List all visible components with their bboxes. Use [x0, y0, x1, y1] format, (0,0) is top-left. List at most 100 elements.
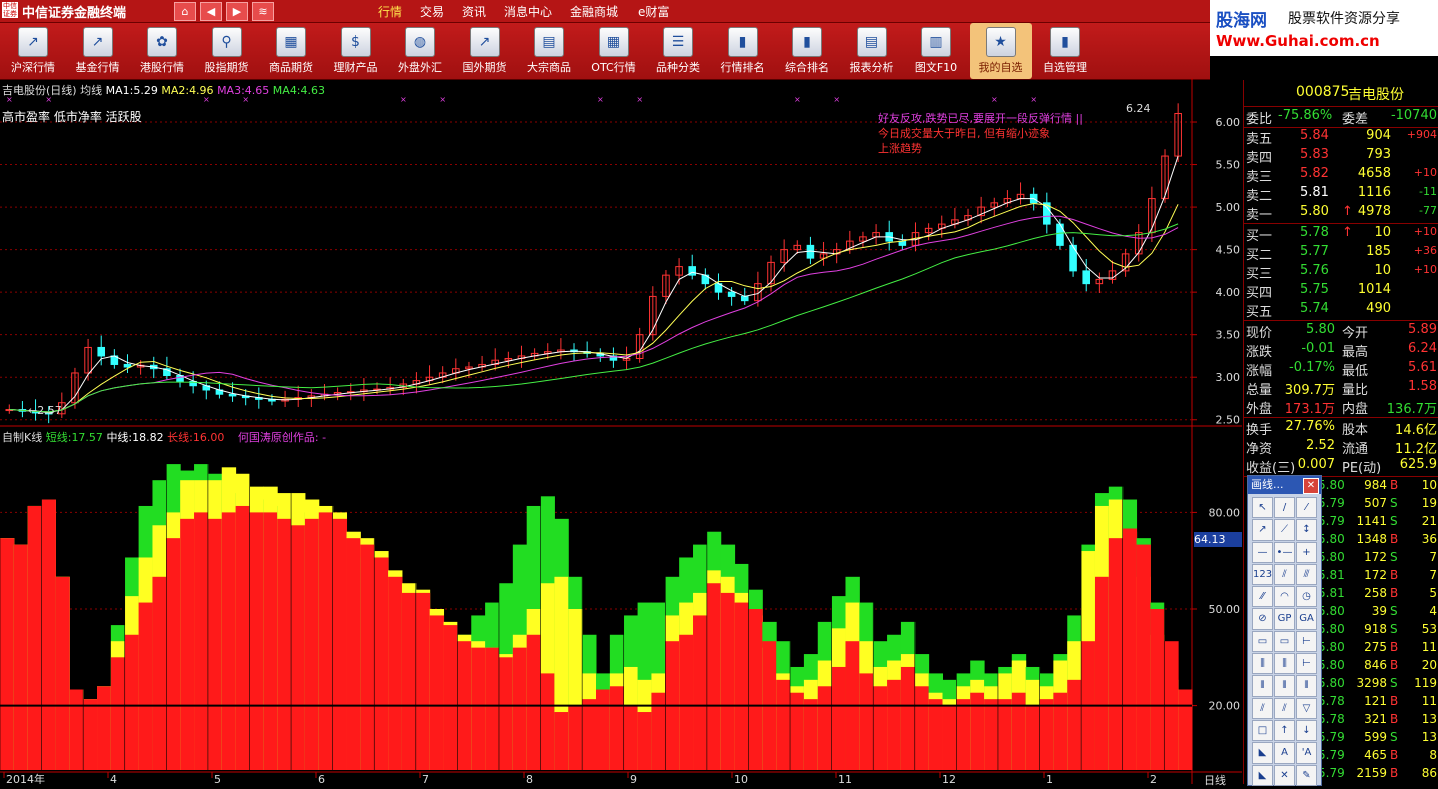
- toolbar-button-7[interactable]: ↗ 国外期货: [454, 23, 516, 79]
- menu-finance-mall[interactable]: 金融商城: [570, 3, 618, 20]
- draw-tool-icon[interactable]: ↕: [1296, 519, 1317, 541]
- app-title: 中信证券金融终端: [22, 6, 127, 21]
- draw-tool-icon[interactable]: —: [1252, 541, 1273, 563]
- draw-tool-icon[interactable]: ⟋: [1274, 519, 1295, 541]
- drawing-tools-window[interactable]: 画线... ✕ ↖ / ⁄ ↗ ⟋ ↕ — •— +123 ⫽ ⫻ ⁄⁄ ◠ ◷ ⊘ GP GA ▭ ▭ ⊢ ⫼ ⫼ ⊢ ⦀ ⦀…: [1247, 475, 1322, 786]
- toolbar-button-15[interactable]: ★ 我的自选: [969, 23, 1032, 79]
- draw-tool-icon[interactable]: 123: [1252, 563, 1273, 586]
- toolbar-button-10[interactable]: ☰ 品种分类: [647, 23, 709, 79]
- draw-tool-icon[interactable]: ⫽: [1274, 563, 1295, 586]
- ma3-value: 4.65: [244, 84, 270, 97]
- mid-line-label: 中线:18.82: [106, 431, 163, 444]
- indicator-bar-red: [651, 692, 666, 770]
- forward-icon[interactable]: ▶: [226, 2, 248, 21]
- toolbar-button-6[interactable]: ◍ 外盘外汇: [389, 23, 451, 79]
- ad-banner[interactable]: 股海网 股票软件资源分享 Www.Guhai.com.cn: [1210, 0, 1438, 56]
- draw-tool-icon[interactable]: ⫼: [1274, 653, 1295, 675]
- toolbar-button-16[interactable]: ▮ 自选管理: [1034, 23, 1096, 79]
- stat-value: 27.76%: [1285, 419, 1335, 434]
- draw-tool-icon[interactable]: ⦀: [1252, 675, 1273, 697]
- ma4-value: 4.63: [300, 84, 326, 97]
- indicator-bar-red: [928, 699, 944, 770]
- draw-tool-icon[interactable]: ↑: [1274, 719, 1295, 742]
- draw-tool-icon[interactable]: ✎: [1296, 764, 1317, 786]
- draw-tool-icon[interactable]: ↗: [1252, 519, 1273, 541]
- draw-tool-icon[interactable]: A: [1274, 742, 1295, 764]
- indicator-bar-red: [831, 666, 846, 770]
- draw-tool-icon[interactable]: GP: [1274, 608, 1295, 630]
- overall-rank-icon: ▮: [792, 27, 822, 57]
- draw-tool-icon[interactable]: □: [1252, 719, 1273, 742]
- signal-mark: ×: [833, 95, 840, 104]
- stat-value: 136.7万: [1386, 402, 1437, 417]
- draw-tool-icon[interactable]: ⫽: [1252, 697, 1273, 719]
- draw-tool-icon[interactable]: 'A: [1296, 742, 1317, 764]
- collapse-icon[interactable]: ≋: [252, 2, 274, 21]
- menu-quotes[interactable]: 行情: [378, 3, 402, 20]
- stat-row: 现价 5.80 今开 5.89: [1244, 322, 1438, 341]
- toolbar-button-2[interactable]: ✿ 港股行情: [131, 23, 193, 79]
- toolbar-button-11[interactable]: ▮ 行情排名: [712, 23, 774, 79]
- draw-tool-icon[interactable]: ✕: [1274, 764, 1295, 786]
- stat-row: 净资 2.52 流通 11.2亿: [1244, 438, 1438, 457]
- draw-tool-icon[interactable]: ⫼: [1252, 653, 1273, 675]
- toolbar-button-3[interactable]: ⚲ 股指期货: [196, 23, 258, 79]
- draw-tool-icon[interactable]: ↓: [1296, 719, 1317, 742]
- menu-news[interactable]: 资讯: [462, 3, 486, 20]
- draw-tool-icon[interactable]: ◣: [1252, 742, 1273, 764]
- period-label[interactable]: 日线: [1204, 772, 1226, 788]
- toolbar-button-4[interactable]: ▦ 商品期货: [260, 23, 322, 79]
- draw-tool-icon[interactable]: +: [1296, 541, 1317, 563]
- draw-tool-icon[interactable]: ▽: [1296, 697, 1317, 719]
- back-icon[interactable]: ◀: [200, 2, 222, 21]
- draw-tool-icon[interactable]: ⊘: [1252, 608, 1273, 630]
- draw-tool-icon[interactable]: ⦀: [1274, 675, 1295, 697]
- stock-code: 000875: [1296, 84, 1350, 100]
- toolbar-button-14[interactable]: ▥ 图文F10: [905, 23, 967, 79]
- draw-tool-icon[interactable]: ⊢: [1296, 630, 1317, 653]
- toolbar-button-8[interactable]: ▤ 大宗商品: [518, 23, 580, 79]
- toolbar-button-13[interactable]: ▤ 报表分析: [841, 23, 903, 79]
- draw-tool-icon[interactable]: /: [1274, 497, 1295, 519]
- indicator-bar-red: [318, 512, 334, 770]
- tick-price: 5.79: [1318, 514, 1345, 528]
- toolbar-button-9[interactable]: ▦ OTC行情: [583, 23, 645, 79]
- draw-tool-icon[interactable]: ↖: [1252, 497, 1273, 519]
- tick-side: B: [1390, 586, 1399, 600]
- toolbar-button-5[interactable]: $ 理财产品: [325, 23, 387, 79]
- price-tick-label: 6.00: [1216, 116, 1241, 129]
- indicator-bar-red: [304, 518, 320, 770]
- indicator-bar-red: [790, 692, 805, 770]
- draw-tool-icon[interactable]: •—: [1274, 541, 1295, 563]
- menu-trade[interactable]: 交易: [420, 3, 444, 20]
- draw-tool-icon[interactable]: ▭: [1274, 630, 1295, 653]
- toolbar-button-12[interactable]: ▮ 综合排名: [776, 23, 838, 79]
- toolbar-button-1[interactable]: ↗ 基金行情: [67, 23, 129, 79]
- draw-tool-icon[interactable]: GA: [1296, 608, 1317, 630]
- home-icon[interactable]: ⌂: [174, 2, 196, 21]
- stat-value: 309.7万: [1284, 383, 1335, 398]
- draw-tool-icon[interactable]: ⦀: [1296, 675, 1317, 697]
- drawing-window-titlebar[interactable]: 画线... ✕: [1248, 476, 1321, 494]
- indicator-bar-red: [693, 615, 708, 770]
- draw-tool-icon[interactable]: ⁄: [1296, 497, 1317, 519]
- stat-label: 涨幅: [1246, 364, 1273, 379]
- draw-tool-icon[interactable]: ◠: [1274, 586, 1295, 608]
- tick-count: 7: [1429, 568, 1437, 582]
- draw-tool-icon[interactable]: ▭: [1252, 630, 1273, 653]
- menu-efortune[interactable]: e财富: [638, 3, 669, 20]
- draw-tool-icon[interactable]: ◣: [1252, 764, 1273, 786]
- close-icon[interactable]: ✕: [1303, 478, 1319, 494]
- menu-message-center[interactable]: 消息中心: [504, 3, 552, 20]
- toolbar-button-0[interactable]: ↗ 沪深行情: [2, 23, 64, 79]
- draw-tool-icon[interactable]: ⁄⁄: [1252, 586, 1273, 608]
- indicator-tick-label: 80.00: [1209, 506, 1241, 519]
- draw-tool-icon[interactable]: ◷: [1296, 586, 1317, 608]
- draw-tool-icon[interactable]: ⊢: [1296, 653, 1317, 675]
- draw-tool-icon[interactable]: ⫻: [1296, 563, 1317, 586]
- draw-tool-icon[interactable]: ⫽: [1274, 697, 1295, 719]
- month-label: 4: [110, 773, 117, 784]
- indicator-bar-red: [776, 679, 791, 770]
- tick-price: 5.81: [1318, 586, 1345, 600]
- buy-level-label: 买五: [1246, 305, 1273, 320]
